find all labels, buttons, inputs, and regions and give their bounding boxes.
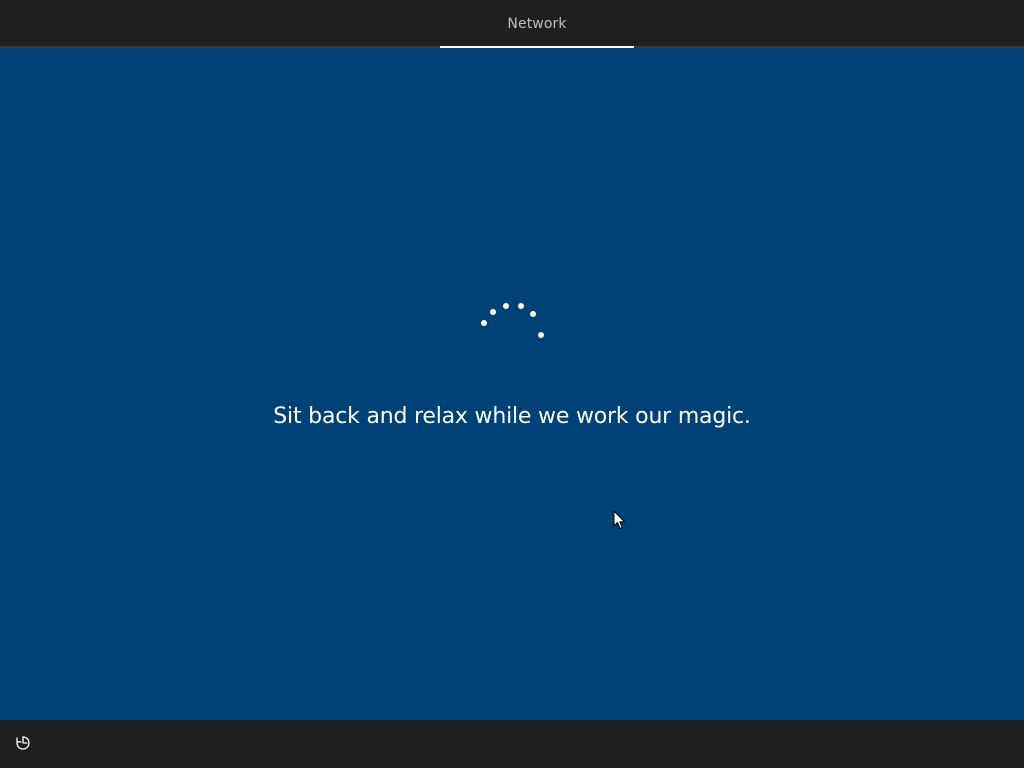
spinner-dot xyxy=(481,320,487,326)
setup-progress-panel xyxy=(0,48,1024,720)
spinner-dot xyxy=(538,332,544,338)
loading-spinner xyxy=(476,295,548,343)
top-bar: Network xyxy=(0,0,1024,48)
spinner-dot xyxy=(503,303,509,309)
tab-network: Network xyxy=(440,0,634,48)
spinner-dot xyxy=(490,309,496,315)
ease-of-access-button[interactable] xyxy=(10,732,36,758)
mouse-cursor-icon xyxy=(613,510,627,530)
spinner-dot xyxy=(530,311,536,317)
status-message: Sit back and relax while we work our mag… xyxy=(273,404,751,429)
ease-of-access-icon xyxy=(14,734,32,756)
bottom-bar xyxy=(0,720,1024,768)
spinner-dot xyxy=(518,303,524,309)
tab-network-label: Network xyxy=(507,16,567,32)
